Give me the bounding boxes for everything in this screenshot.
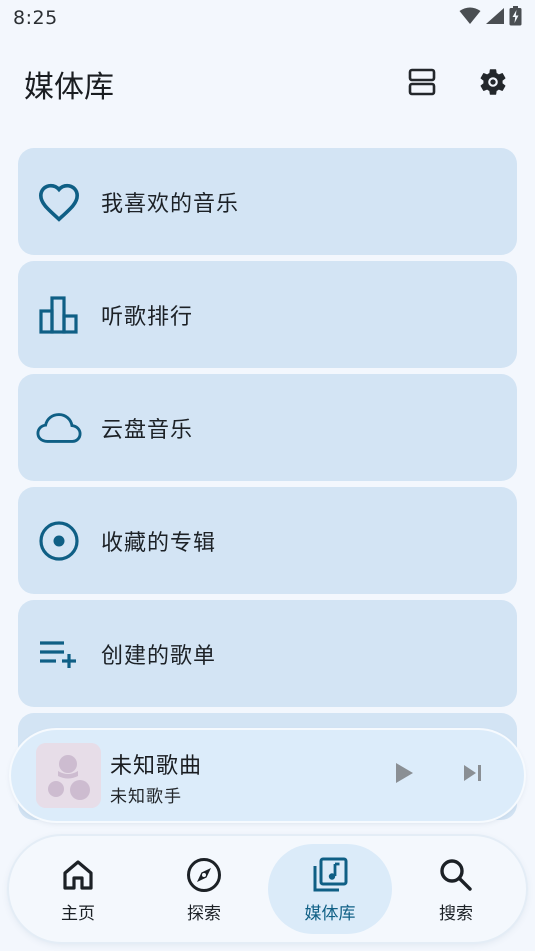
nav-label: 主页 [61, 903, 95, 924]
status-icons [459, 6, 522, 30]
library-item-saved-albums[interactable]: 收藏的专辑 [18, 487, 517, 594]
heart-icon [36, 179, 82, 225]
settings-gear-icon [477, 66, 509, 102]
media-library-screen: 8:25 媒体库 我喜欢的音乐 听歌排行 云盘音乐 收藏的专辑 创建的歌单 未知… [0, 0, 535, 951]
compass-icon [184, 855, 224, 895]
library-item-cloud-music[interactable]: 云盘音乐 [18, 374, 517, 481]
cloud-icon [36, 405, 82, 451]
library-item-favorites[interactable]: 我喜欢的音乐 [18, 148, 517, 255]
nav-search[interactable]: 搜索 [394, 844, 518, 934]
status-bar: 8:25 [0, 0, 535, 36]
skip-next-icon [461, 762, 485, 788]
nav-explore[interactable]: 探索 [142, 844, 266, 934]
status-time: 8:25 [13, 7, 58, 29]
battery-charging-icon [509, 6, 522, 30]
layout-toggle-button[interactable] [398, 60, 446, 108]
mini-player[interactable]: 未知歌曲 未知歌手 [11, 730, 524, 821]
library-item-label: 我喜欢的音乐 [101, 191, 240, 217]
nav-home[interactable]: 主页 [16, 844, 140, 934]
album-art [36, 743, 101, 808]
song-artist: 未知歌手 [110, 787, 182, 807]
bottom-navigation: 主页 探索 媒体库 搜索 [9, 836, 526, 942]
library-item-label: 收藏的专辑 [101, 530, 217, 556]
library-item-label: 创建的歌单 [101, 643, 217, 669]
page-title: 媒体库 [24, 70, 114, 105]
layout-toggle-icon [407, 67, 437, 101]
play-button[interactable] [384, 755, 424, 795]
nav-label: 搜索 [439, 903, 473, 924]
wifi-icon [459, 7, 481, 29]
signal-icon [485, 7, 505, 29]
bar-chart-icon [36, 292, 82, 338]
library-item-top-songs[interactable]: 听歌排行 [18, 261, 517, 368]
nav-library[interactable]: 媒体库 [268, 844, 392, 934]
nav-label: 媒体库 [304, 903, 356, 924]
playlist-add-icon [36, 631, 82, 677]
search-icon [436, 855, 476, 895]
play-icon [393, 761, 415, 789]
home-icon [58, 855, 98, 895]
library-music-icon [310, 855, 350, 895]
song-title: 未知歌曲 [110, 754, 203, 779]
settings-button[interactable] [469, 60, 517, 108]
nav-label: 探索 [187, 903, 221, 924]
album-disc-icon [36, 518, 82, 564]
skip-next-button[interactable] [453, 755, 493, 795]
header: 媒体库 [0, 56, 535, 112]
library-item-label: 云盘音乐 [101, 417, 194, 443]
library-item-created-playlists[interactable]: 创建的歌单 [18, 600, 517, 707]
library-item-label: 听歌排行 [101, 304, 194, 330]
